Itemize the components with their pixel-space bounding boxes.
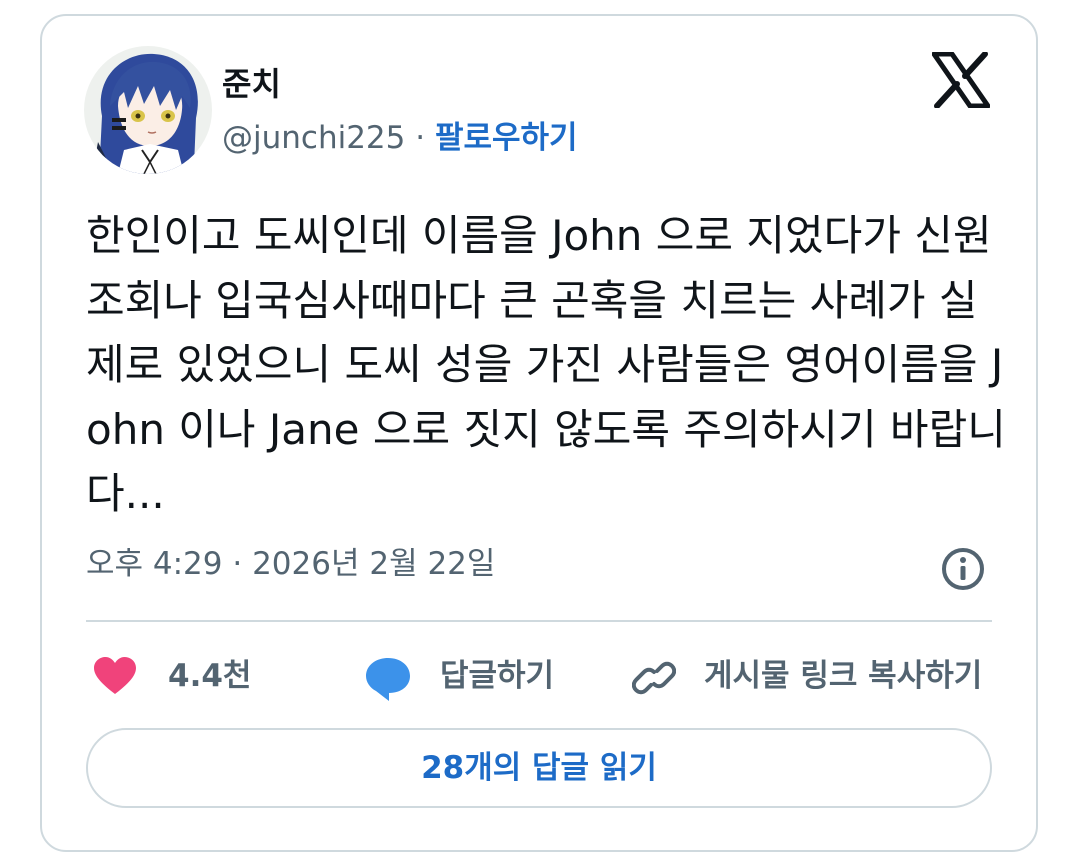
tweet-text: 한인이고 도씨인데 이름을 John 으로 지었다가 신원조회나 입국심사때마다… <box>86 211 1006 518</box>
reply-button[interactable]: 답글하기 <box>364 646 594 706</box>
read-replies-button[interactable]: 28개의 답글 읽기 <box>86 728 992 808</box>
tweet-date: 2026년 2월 22일 <box>252 546 496 582</box>
author-display-name[interactable]: 준치 <box>222 64 281 104</box>
tweet-card: 준치 @junchi225 · 팔로우하기 한인이고 도씨인데 이름을 John… <box>40 14 1038 852</box>
author-handle[interactable]: @junchi225 <box>222 120 405 156</box>
reply-label: 답글하기 <box>440 658 555 694</box>
divider <box>86 620 992 622</box>
handle-separator: · <box>405 120 435 156</box>
link-icon <box>632 661 676 695</box>
copy-link-label: 게시물 링크 복사하기 <box>704 658 983 694</box>
tweet-timestamp[interactable]: 오후 4:29 · 2026년 2월 22일 <box>86 544 495 584</box>
action-bar: 4.4천 답글하기 게시물 링크 복사하기 <box>92 646 992 706</box>
like-button[interactable]: 4.4천 <box>92 646 272 706</box>
meta-separator: · <box>222 546 253 582</box>
avatar[interactable] <box>84 46 212 174</box>
like-count: 4.4천 <box>168 658 252 694</box>
follow-link[interactable]: 팔로우하기 <box>435 120 578 156</box>
heart-icon <box>94 657 136 694</box>
x-logo-icon[interactable] <box>932 52 990 108</box>
info-icon[interactable] <box>940 546 986 592</box>
copy-link-button[interactable]: 게시물 링크 복사하기 <box>632 646 1012 706</box>
tweet-time: 오후 4:29 <box>86 546 223 582</box>
avatar-illustration <box>84 46 212 174</box>
author-handle-row: @junchi225 · 팔로우하기 <box>222 118 578 158</box>
speech-bubble-icon <box>366 658 410 701</box>
